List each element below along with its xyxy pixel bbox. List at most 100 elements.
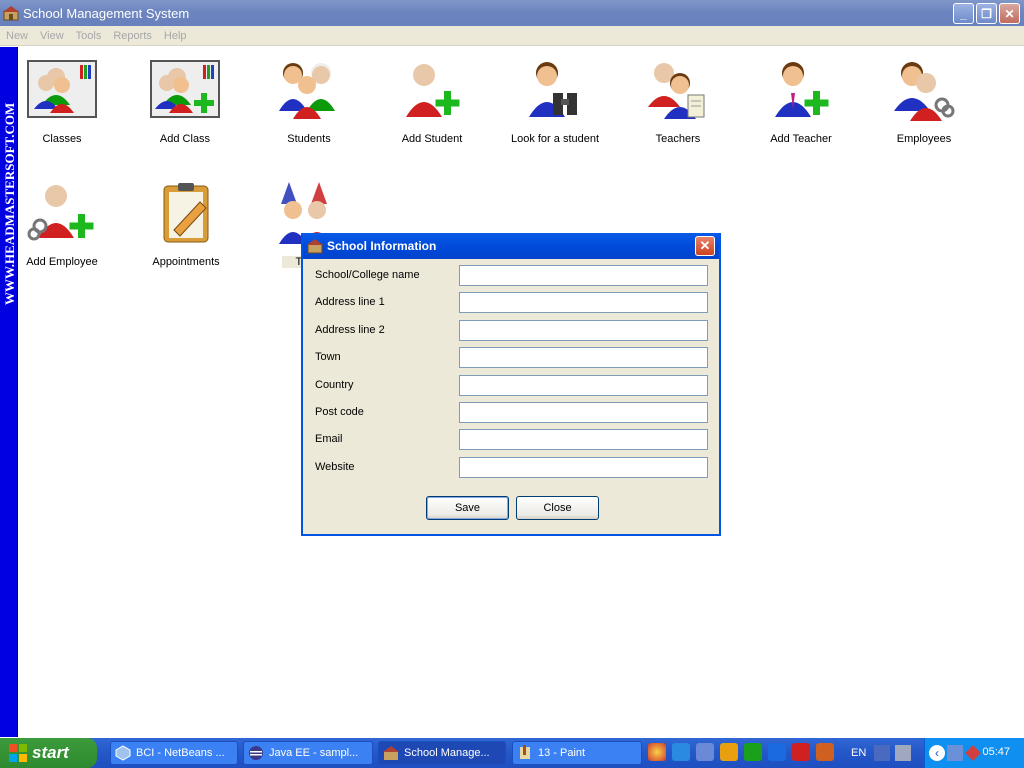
tile-label: Add Employee (26, 256, 98, 268)
task-label: Java EE - sampl... (269, 747, 359, 759)
field-row: Address line 2 (315, 320, 710, 342)
tile-add-employee[interactable]: Add Employee (7, 182, 117, 268)
tile-label: Add Teacher (770, 133, 832, 145)
country-input[interactable] (459, 375, 708, 396)
notepad-icon[interactable] (816, 743, 834, 761)
clock[interactable]: 05:47 (982, 746, 1010, 758)
field-row: Post code (315, 402, 710, 424)
school-name-input[interactable] (459, 265, 708, 286)
eclipse-icon (249, 746, 263, 760)
tile-add-student[interactable]: Add Student (377, 59, 487, 145)
tile-add-class[interactable]: Add Class (130, 59, 240, 145)
menu-reports[interactable]: Reports (107, 30, 158, 42)
close-button[interactable]: ✕ (999, 3, 1020, 24)
app-title-bar[interactable]: School Management System _ ❐ ✕ (0, 0, 1024, 26)
field-label: Website (315, 461, 355, 473)
add-employee-icon (27, 185, 94, 241)
menu-tools[interactable]: Tools (70, 30, 108, 42)
tile-students[interactable]: Students (254, 59, 364, 145)
dialog-close-icon[interactable]: ✕ (695, 236, 715, 256)
windows-logo-icon (9, 744, 27, 762)
town-input[interactable] (459, 347, 708, 368)
tile-label: Add Class (159, 133, 211, 145)
add-teacher-icon (775, 62, 829, 117)
show-hidden-icons-icon[interactable]: ‹ (929, 745, 945, 761)
school-app-icon (383, 746, 399, 760)
field-label: Post code (315, 406, 364, 418)
field-row: Email (315, 429, 710, 451)
post-code-input[interactable] (459, 402, 708, 423)
school-app-icon (3, 6, 19, 21)
tile-label: Add Student (401, 133, 463, 145)
field-label: Town (315, 351, 341, 363)
minimize-button[interactable]: _ (953, 3, 974, 24)
netbeans-icon (115, 745, 131, 761)
teachers-icon (648, 63, 705, 119)
tile-classes[interactable]: Classes (7, 59, 117, 145)
students-icon (279, 63, 335, 119)
tile-look-for-student[interactable]: Look for a student (500, 59, 610, 145)
paint-icon (520, 745, 530, 759)
close-dialog-button[interactable]: Close (516, 496, 599, 520)
menu-new[interactable]: New (0, 30, 34, 42)
task-label: School Manage... (404, 747, 490, 759)
menu-help[interactable]: Help (158, 30, 193, 42)
task-paint[interactable]: 13 - Paint (512, 741, 642, 765)
start-button[interactable]: start (0, 738, 97, 768)
tile-label: Look for a student (510, 133, 600, 145)
classes-icon (27, 60, 97, 118)
restore-button[interactable]: ❐ (976, 3, 997, 24)
tile-add-teacher[interactable]: Add Teacher (746, 59, 856, 145)
field-label: Address line 1 (315, 296, 385, 308)
internet-explorer-icon[interactable] (672, 743, 690, 761)
tile-appointments[interactable]: Appointments (131, 182, 241, 268)
dialog-title-bar[interactable]: School Information ✕ (303, 233, 719, 259)
taskbar: start BCI - NetBeans ... Java EE - sampl… (0, 738, 1024, 768)
school-app-icon (307, 239, 323, 254)
field-row: Country (315, 375, 710, 397)
task-label: BCI - NetBeans ... (136, 747, 225, 759)
school-information-dialog: School Information ✕ School/College name… (301, 233, 721, 536)
add-class-icon (150, 60, 220, 118)
dialog-title: School Information (327, 239, 437, 253)
safely-remove-icon[interactable] (965, 745, 981, 761)
green-app-icon[interactable] (744, 743, 762, 761)
website-input[interactable] (459, 457, 708, 478)
field-row: Website (315, 457, 710, 479)
tile-teachers[interactable]: Teachers (623, 59, 733, 145)
save-button[interactable]: Save (426, 496, 509, 520)
menu-view[interactable]: View (34, 30, 70, 42)
task-school-management[interactable]: School Manage... (378, 741, 506, 765)
tile-label: Employees (896, 133, 952, 145)
pen-tool-icon[interactable] (874, 745, 890, 761)
language-indicator[interactable]: EN (851, 747, 866, 759)
red-app-icon[interactable] (792, 743, 810, 761)
tile-label: Appointments (152, 256, 220, 268)
field-label: School/College name (315, 269, 420, 281)
task-netbeans[interactable]: BCI - NetBeans ... (110, 741, 238, 765)
employees-icon (894, 62, 955, 121)
field-row: Address line 1 (315, 292, 710, 314)
menu-bar: New View Tools Reports Help (0, 26, 1024, 46)
keyboard-icon[interactable] (895, 745, 911, 761)
task-label: 13 - Paint (538, 747, 586, 759)
media-player-icon[interactable] (720, 743, 738, 761)
email-input[interactable] (459, 429, 708, 450)
search-icon[interactable] (696, 743, 714, 761)
address-line-1-input[interactable] (459, 292, 708, 313)
field-row: Town (315, 347, 710, 369)
uninstaller-icon[interactable] (768, 743, 786, 761)
tile-label: Teachers (655, 133, 701, 145)
task-eclipse[interactable]: Java EE - sampl... (243, 741, 373, 765)
field-row: School/College name (315, 265, 710, 287)
window-title: School Management System (23, 5, 190, 21)
field-label: Address line 2 (315, 324, 385, 336)
tile-employees[interactable]: Employees (869, 59, 979, 145)
address-line-2-input[interactable] (459, 320, 708, 341)
tile-label: Students (287, 133, 331, 145)
chrome-icon[interactable] (648, 743, 666, 761)
tile-label: Classes (42, 133, 82, 145)
add-student-icon (406, 64, 460, 117)
network-icon[interactable] (947, 745, 963, 761)
binoculars-student-icon (529, 62, 577, 117)
